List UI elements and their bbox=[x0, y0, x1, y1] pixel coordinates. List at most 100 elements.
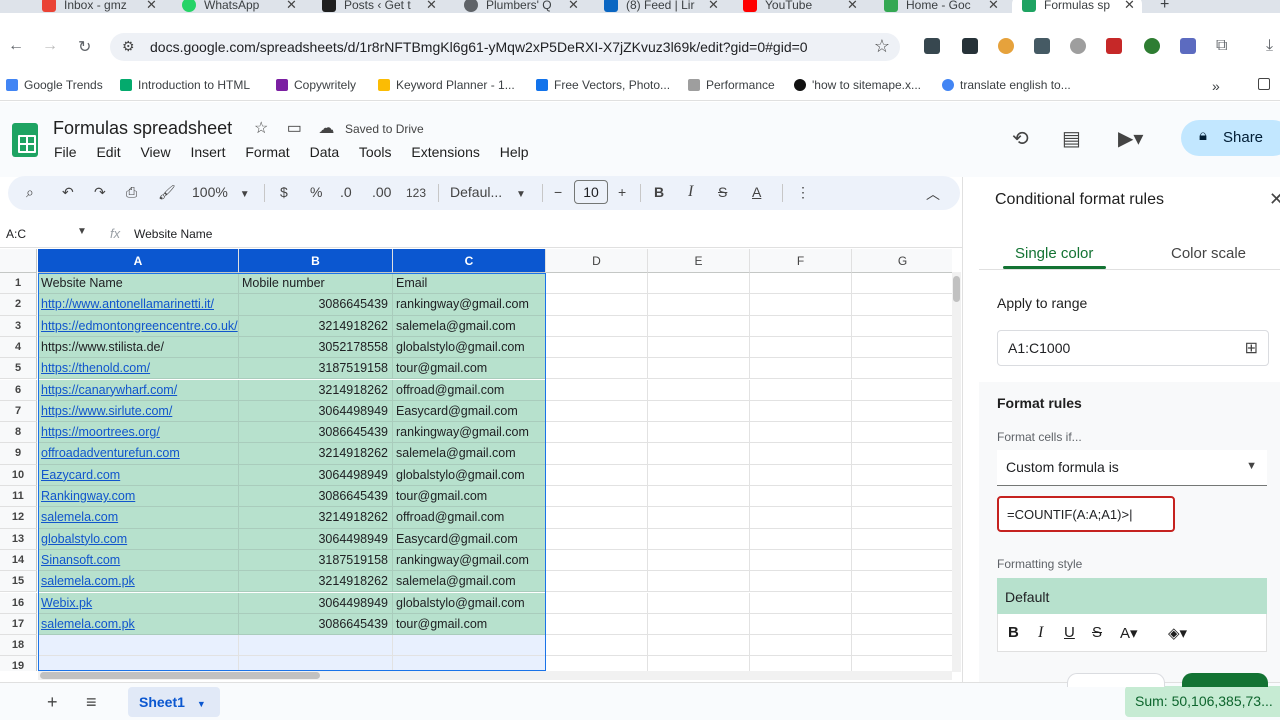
cell-a-14[interactable]: Sinansoft.com bbox=[38, 549, 239, 572]
menu-view[interactable]: View bbox=[140, 144, 170, 160]
cell-empty[interactable] bbox=[750, 613, 852, 636]
italic-icon[interactable]: I bbox=[688, 183, 693, 201]
cell-empty[interactable] bbox=[648, 315, 750, 337]
cell-b-6[interactable]: 3214918262 bbox=[239, 379, 393, 401]
close-icon[interactable]: ✕ bbox=[286, 0, 297, 13]
cell-c-11[interactable]: tour@gmail.com bbox=[393, 486, 546, 508]
scroll-thumb[interactable] bbox=[953, 276, 960, 302]
paint-format-icon[interactable]: 🖌︎ bbox=[158, 184, 176, 201]
share-button[interactable]: 🔒︎ Share bbox=[1181, 120, 1280, 156]
cell-c-17[interactable]: tour@gmail.com bbox=[393, 613, 546, 636]
cell-empty[interactable] bbox=[648, 571, 750, 593]
cell-empty[interactable] bbox=[852, 656, 952, 671]
cell-c-9[interactable]: salemela@gmail.com bbox=[393, 443, 546, 465]
cell-empty[interactable] bbox=[648, 635, 750, 657]
cell-c-12[interactable]: offroad@gmail.com bbox=[393, 507, 546, 529]
browser-tab-youtube[interactable]: YouTube ✕ bbox=[743, 0, 871, 13]
cell-b-11[interactable]: 3086645439 bbox=[239, 486, 393, 508]
browser-tab-gmail[interactable]: Inbox - gmz ✕ bbox=[42, 0, 170, 13]
cell-empty[interactable] bbox=[648, 273, 750, 295]
puzzle-icon[interactable]: ⧉ bbox=[1216, 37, 1227, 55]
cell-a-16[interactable]: Webix.pk bbox=[38, 592, 239, 614]
cell-empty[interactable] bbox=[546, 400, 648, 423]
extension-icon[interactable] bbox=[1180, 38, 1196, 54]
cell-empty[interactable] bbox=[852, 507, 952, 529]
cell-empty[interactable] bbox=[750, 635, 852, 657]
increase-font-size-button[interactable]: + bbox=[618, 184, 626, 200]
cell-a-19[interactable] bbox=[38, 656, 239, 671]
chevron-down-icon[interactable]: ▼ bbox=[77, 226, 87, 237]
underline-icon[interactable]: U bbox=[1064, 624, 1075, 641]
cell-empty[interactable] bbox=[750, 315, 852, 337]
cloud-saved-icon[interactable]: ☁ bbox=[318, 120, 334, 137]
cell-empty[interactable] bbox=[750, 400, 852, 423]
cell-empty[interactable] bbox=[546, 464, 648, 486]
cell-a-1[interactable]: Website Name bbox=[38, 273, 239, 295]
row-header[interactable]: 7 bbox=[0, 400, 37, 423]
cell-a-10[interactable]: Eazycard.com bbox=[38, 464, 239, 486]
cell-empty[interactable] bbox=[648, 656, 750, 671]
cell-empty[interactable] bbox=[750, 571, 852, 593]
bookmark-item[interactable]: Free Vectors, Photo... bbox=[536, 78, 670, 92]
version-history-icon[interactable]: ⟲ bbox=[1012, 126, 1029, 151]
new-tab-button[interactable]: + bbox=[1160, 0, 1169, 13]
cell-empty[interactable] bbox=[852, 401, 952, 423]
percent-format-button[interactable]: % bbox=[310, 184, 322, 200]
undo-icon[interactable]: ↶ bbox=[62, 184, 74, 201]
cell-empty[interactable] bbox=[546, 613, 648, 636]
cell-empty[interactable] bbox=[750, 294, 852, 316]
cell-b-13[interactable]: 3064498949 bbox=[239, 528, 393, 550]
cell-empty[interactable] bbox=[750, 273, 852, 295]
cell-empty[interactable] bbox=[852, 550, 952, 572]
cell-empty[interactable] bbox=[648, 549, 750, 572]
tab-single-color[interactable]: Single color bbox=[1015, 245, 1093, 262]
cell-empty[interactable] bbox=[546, 379, 648, 401]
cell-b-14[interactable]: 3187519158 bbox=[239, 549, 393, 572]
cell-empty[interactable] bbox=[852, 571, 952, 593]
back-button[interactable]: ← bbox=[8, 37, 24, 55]
cell-b-3[interactable]: 3214918262 bbox=[239, 315, 393, 337]
select-all-corner[interactable] bbox=[0, 249, 37, 273]
close-icon[interactable]: ✕ bbox=[1269, 189, 1280, 210]
cell-empty[interactable] bbox=[648, 358, 750, 380]
cell-b-7[interactable]: 3064498949 bbox=[239, 400, 393, 423]
cell-a-9[interactable]: offroadadventurefun.com bbox=[38, 443, 239, 465]
row-header[interactable]: 14 bbox=[0, 549, 37, 572]
currency-format-button[interactable]: $ bbox=[280, 184, 288, 200]
cell-empty[interactable] bbox=[852, 358, 952, 380]
column-header-a[interactable]: A bbox=[38, 249, 239, 273]
cell-empty[interactable] bbox=[750, 549, 852, 572]
browser-tab-formulas[interactable]: Formulas sp ✕ bbox=[1012, 0, 1142, 13]
cell-empty[interactable] bbox=[750, 358, 852, 380]
italic-icon[interactable]: I bbox=[1038, 624, 1043, 642]
cell-empty[interactable] bbox=[750, 379, 852, 401]
cell-c-3[interactable]: salemela@gmail.com bbox=[393, 315, 546, 337]
cell-c-1[interactable]: Email bbox=[393, 273, 546, 295]
cell-empty[interactable] bbox=[546, 635, 648, 657]
column-header-g[interactable]: G bbox=[852, 249, 952, 273]
bookmark-item[interactable]: Performance bbox=[688, 78, 775, 92]
bookmark-item[interactable]: Introduction to HTML bbox=[120, 78, 250, 92]
download-icon[interactable]: ⤓ bbox=[1266, 37, 1273, 55]
cell-empty[interactable] bbox=[852, 294, 952, 316]
cell-c-16[interactable]: globalstylo@gmail.com bbox=[393, 592, 546, 614]
cell-c-5[interactable]: tour@gmail.com bbox=[393, 358, 546, 380]
row-header[interactable]: 19 bbox=[0, 656, 37, 671]
cell-c-15[interactable]: salemela@gmail.com bbox=[393, 571, 546, 593]
browser-tab-whatsapp[interactable]: WhatsApp ✕ bbox=[182, 0, 310, 13]
cell-empty[interactable] bbox=[546, 549, 648, 572]
close-icon[interactable]: ✕ bbox=[568, 0, 579, 13]
bookmark-item[interactable]: 'how to sitemape.x... bbox=[794, 78, 921, 92]
cell-c-19[interactable] bbox=[393, 656, 546, 671]
cell-empty[interactable] bbox=[852, 422, 952, 444]
vertical-scrollbar[interactable] bbox=[952, 272, 961, 672]
extension-icon[interactable] bbox=[1034, 38, 1050, 54]
cell-empty[interactable] bbox=[750, 422, 852, 444]
cell-empty[interactable] bbox=[852, 614, 952, 636]
redo-icon[interactable]: ↷ bbox=[94, 184, 106, 201]
extension-icon[interactable] bbox=[1144, 38, 1160, 54]
cell-b-9[interactable]: 3214918262 bbox=[239, 443, 393, 465]
print-icon[interactable]: ⎙ bbox=[126, 184, 137, 201]
omnibox[interactable]: ⚙ docs.google.com/spreadsheets/d/1r8rNFT… bbox=[110, 33, 900, 61]
cell-empty[interactable] bbox=[546, 656, 648, 671]
